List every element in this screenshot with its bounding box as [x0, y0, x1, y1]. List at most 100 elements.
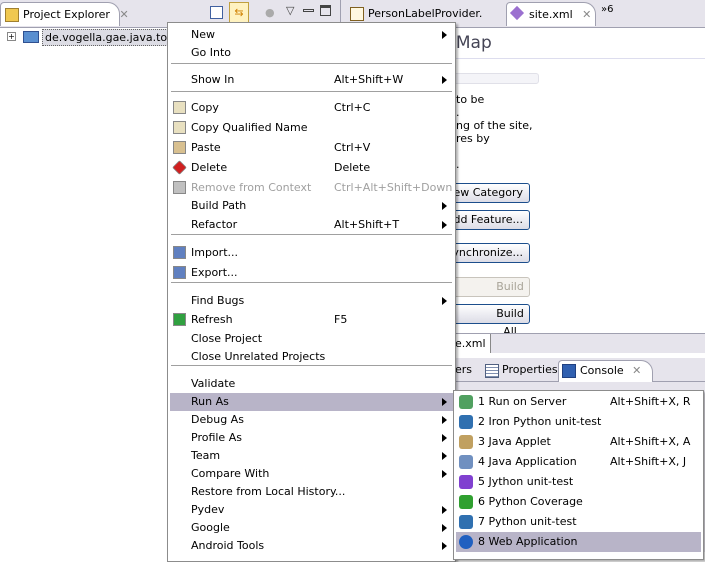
menu-item-validate[interactable]: Validate — [170, 375, 453, 393]
export-icon — [173, 266, 186, 279]
menu-item-shortcut: Alt+Shift+X, A — [610, 435, 691, 448]
menu-item-refresh[interactable]: Refresh F5 — [170, 311, 453, 329]
menu-separator — [171, 365, 452, 367]
collapse-all-icon[interactable] — [210, 6, 223, 19]
menu-item-shortcut: Alt+Shift+X, J — [610, 455, 687, 468]
menu-item-debug-as[interactable]: Debug As — [170, 411, 453, 429]
java-applet-icon — [459, 435, 473, 449]
import-icon — [173, 246, 186, 259]
submenu-arrow-icon — [442, 434, 447, 442]
menu-item-new[interactable]: New — [170, 26, 453, 44]
menu-item-label: 3 Java Applet — [478, 435, 551, 448]
menu-item-delete[interactable]: Delete Delete — [170, 159, 453, 177]
menu-item-export[interactable]: Export... — [170, 264, 453, 282]
tab-site-xml-source[interactable]: e.xml — [455, 334, 491, 353]
close-icon[interactable]: ✕ — [632, 364, 641, 377]
maximize-icon[interactable] — [320, 5, 331, 16]
menu-item-close-unrelated-projects[interactable]: Close Unrelated Projects — [170, 348, 453, 366]
menu-item-refactor[interactable]: Refactor Alt+Shift+T — [170, 216, 453, 234]
menu-item-label: Go Into — [191, 46, 232, 59]
tab-project-explorer[interactable]: Project Explorer ✕ — [0, 2, 129, 26]
menu-item-label: 6 Python Coverage — [478, 495, 583, 508]
java-file-icon — [350, 7, 364, 21]
menu-item-android-tools[interactable]: Android Tools — [170, 537, 453, 555]
text-line: ng of the site, — [456, 119, 533, 132]
menu-item-close-project[interactable]: Close Project — [170, 330, 453, 348]
menu-item-profile-as[interactable]: Profile As — [170, 429, 453, 447]
text-line: res by — [456, 132, 490, 145]
tab-label: PersonLabelProvider. — [368, 7, 483, 20]
tab-label: site.xml — [529, 8, 573, 21]
menu-item-label: Profile As — [191, 431, 242, 444]
submenu-item-2-iron-python-unit-test[interactable]: 2 Iron Python unit-test — [456, 412, 701, 432]
menu-item-label: Delete — [191, 161, 228, 174]
site-xml-icon — [509, 5, 525, 21]
menu-item-shortcut: F5 — [334, 313, 348, 326]
submenu-item-6-python-coverage[interactable]: 6 Python Coverage — [456, 492, 701, 512]
menu-item-go-into[interactable]: Go Into — [170, 44, 453, 62]
python-coverage-icon — [459, 495, 473, 509]
menu-item-team[interactable]: Team — [170, 447, 453, 465]
menu-item-show-in[interactable]: Show In Alt+Shift+W — [170, 71, 453, 89]
expand-icon[interactable]: + — [7, 32, 16, 41]
menu-item-label: Find Bugs — [191, 294, 245, 307]
properties-icon — [485, 364, 499, 378]
context-menu: New Go Into Show In Alt+Shift+W Copy Ctrl+C Co… — [167, 22, 456, 562]
minimize-icon[interactable] — [303, 9, 314, 12]
submenu-arrow-icon — [442, 76, 447, 84]
menu-item-find-bugs[interactable]: Find Bugs — [170, 292, 453, 310]
python-unittest-icon — [459, 515, 473, 529]
submenu-item-1-run-on-server[interactable]: 1 Run on Server Alt+Shift+X, R — [456, 392, 701, 412]
menu-item-label: Debug As — [191, 413, 244, 426]
remove-context-icon — [173, 181, 186, 194]
submenu-item-8-web-application[interactable]: 8 Web Application — [456, 532, 701, 552]
menu-item-label: Restore from Local History... — [191, 485, 346, 498]
jython-unittest-icon — [459, 475, 473, 489]
tab-overflow-button[interactable]: »6 — [601, 4, 613, 15]
menu-item-label: Copy Qualified Name — [191, 121, 308, 134]
menu-item-label: 2 Iron Python unit-test — [478, 415, 602, 428]
menu-item-compare-with[interactable]: Compare With — [170, 465, 453, 483]
menu-item-copy-qualified-name[interactable]: Copy Qualified Name — [170, 119, 453, 137]
java-project-folder-icon — [23, 31, 39, 43]
tab-label: Console — [580, 364, 624, 377]
submenu-arrow-icon — [442, 31, 447, 39]
menu-item-import[interactable]: Import... — [170, 244, 453, 262]
link-with-editor-icon[interactable]: ⇆ — [229, 2, 249, 24]
menu-item-label: 1 Run on Server — [478, 395, 567, 408]
submenu-item-7-python-unit-test[interactable]: 7 Python unit-test — [456, 512, 701, 532]
menu-item-paste[interactable]: Paste Ctrl+V — [170, 139, 453, 157]
menu-item-shortcut: Ctrl+C — [334, 101, 371, 114]
filter-icon[interactable]: ● — [265, 6, 275, 19]
menu-item-build-path[interactable]: Build Path — [170, 197, 453, 215]
menu-item-google[interactable]: Google — [170, 519, 453, 537]
submenu-item-4-java-application[interactable]: 4 Java Application Alt+Shift+X, J — [456, 452, 701, 472]
paste-icon — [173, 141, 186, 154]
text-line: to be — [456, 93, 485, 106]
menu-item-label: Run As — [191, 395, 229, 408]
view-menu-icon[interactable]: ▽ — [286, 4, 294, 17]
tab-console[interactable]: Console ✕ — [558, 360, 653, 382]
close-icon[interactable]: ✕ — [119, 8, 128, 21]
submenu-item-5-jython-unit-test[interactable]: 5 Jython unit-test — [456, 472, 701, 492]
console-icon — [562, 364, 576, 378]
menu-item-restore-from-local-history[interactable]: Restore from Local History... — [170, 483, 453, 501]
tab-properties[interactable]: Properties — [482, 360, 558, 382]
menu-item-label: Team — [191, 449, 221, 462]
menu-item-label: Paste — [191, 141, 221, 154]
copy-qualified-icon — [173, 121, 186, 134]
menu-item-label: Refactor — [191, 218, 238, 231]
menu-item-run-as[interactable]: Run As — [170, 393, 453, 411]
menu-item-label: Remove from Context — [191, 181, 312, 194]
submenu-arrow-icon — [442, 202, 447, 210]
menu-item-remove-from-context[interactable]: Remove from Context Ctrl+Alt+Shift+Down — [170, 179, 453, 197]
menu-item-label: Close Unrelated Projects — [191, 350, 326, 363]
submenu-item-3-java-applet[interactable]: 3 Java Applet Alt+Shift+X, A — [456, 432, 701, 452]
submenu-arrow-icon — [442, 524, 447, 532]
menu-item-copy[interactable]: Copy Ctrl+C — [170, 99, 453, 117]
menu-item-label: Refresh — [191, 313, 233, 326]
tab-site-xml[interactable]: site.xml ✕ — [506, 2, 596, 26]
close-icon[interactable]: ✕ — [582, 8, 591, 21]
menu-item-pydev[interactable]: Pydev — [170, 501, 453, 519]
tab-servers[interactable]: ers — [455, 362, 472, 378]
